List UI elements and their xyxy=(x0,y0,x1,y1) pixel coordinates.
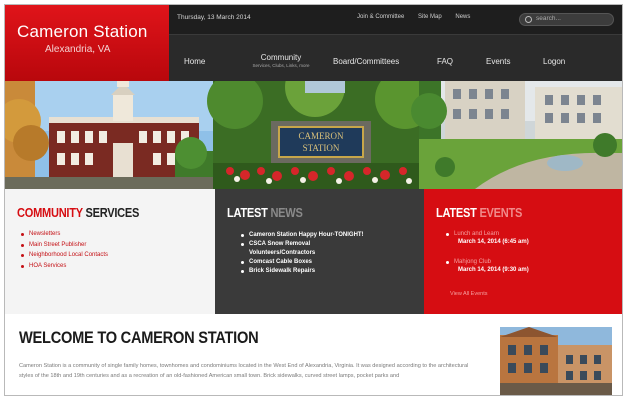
community-services-title: COMMUNITY SERVICES xyxy=(17,205,140,220)
search-icon xyxy=(525,16,532,23)
page-frame: Cameron Station Alexandria, VA Thursday,… xyxy=(4,4,623,396)
feature-panels: COMMUNITY SERVICES Newsletters Main Stre… xyxy=(5,189,622,314)
nav-faq[interactable]: FAQ xyxy=(437,57,453,66)
current-date: Thursday, 13 March 2014 xyxy=(177,14,251,21)
community-services-panel: COMMUNITY SERVICES Newsletters Main Stre… xyxy=(5,189,215,314)
list-item[interactable]: HOA Services xyxy=(21,263,108,270)
latest-events-title: LATEST EVENTS xyxy=(436,205,523,220)
nav-board-committees[interactable]: Board/Committees xyxy=(333,57,399,66)
list-item[interactable]: Newsletters xyxy=(21,231,108,238)
nav-community-label: Community xyxy=(260,53,302,62)
utility-link-join[interactable]: Join & Committee xyxy=(357,14,404,20)
latest-news-list: Cameron Station Happy Hour-TONIGHT! CSCA… xyxy=(241,232,364,277)
site-title: Cameron Station xyxy=(17,22,148,41)
event-name: Lunch and Learn xyxy=(446,231,529,237)
hero-photo-townhall xyxy=(5,81,213,189)
hero-banner: CAMERON STATION xyxy=(5,81,622,189)
nav-community[interactable]: Community Services, Clubs, Links, more xyxy=(241,53,321,68)
utility-link-sitemap[interactable]: Site Map xyxy=(418,14,442,20)
welcome-photo xyxy=(484,327,612,395)
sign-text-cameron: CAMERON xyxy=(298,131,344,141)
list-item[interactable]: Brick Sidewalk Repairs xyxy=(241,268,364,275)
search-box[interactable]: search... xyxy=(519,13,614,26)
utility-links: Join & Committee Site Map News xyxy=(357,14,482,20)
site-subtitle: Alexandria, VA xyxy=(45,44,111,55)
event-date: March 14, 2014 (6:45 am) xyxy=(458,239,529,245)
event-item[interactable]: Mahjong Club March 14, 2014 (9:30 am) xyxy=(446,259,529,273)
site-logo[interactable]: Cameron Station Alexandria, VA xyxy=(5,5,169,81)
list-item[interactable]: Volunteers/Contractors xyxy=(241,250,364,257)
nav-community-sublabel: Services, Clubs, Links, more xyxy=(252,63,310,68)
event-item[interactable]: Lunch and Learn March 14, 2014 (6:45 am) xyxy=(446,231,529,245)
hero-photo-condos xyxy=(411,81,622,189)
welcome-title: WELCOME TO CAMERON STATION xyxy=(19,328,259,347)
latest-events-panel: LATEST EVENTS Lunch and Learn March 14, … xyxy=(424,189,622,314)
list-item[interactable]: CSCA Snow Removal xyxy=(241,241,364,248)
nav-home[interactable]: Home xyxy=(184,57,205,66)
community-services-list: Newsletters Main Street Publisher Neighb… xyxy=(21,231,108,273)
welcome-text: Cameron Station is a community of single… xyxy=(19,363,469,379)
list-item[interactable]: Neighborhood Local Contacts xyxy=(21,252,108,259)
list-item[interactable]: Cameron Station Happy Hour-TONIGHT! xyxy=(241,232,364,239)
utility-link-news[interactable]: News xyxy=(455,14,470,20)
hero-photos: CAMERON STATION xyxy=(5,81,622,189)
sign-text-station: STATION xyxy=(303,143,340,153)
list-item[interactable]: Main Street Publisher xyxy=(21,242,108,249)
main-nav: Home Community Services, Clubs, Links, m… xyxy=(169,35,622,81)
welcome-section: WELCOME TO CAMERON STATION Cameron Stati… xyxy=(5,314,622,395)
nav-events[interactable]: Events xyxy=(486,57,510,66)
search-input[interactable]: search... xyxy=(536,15,561,22)
site-header: Cameron Station Alexandria, VA Thursday,… xyxy=(5,5,622,81)
nav-logon[interactable]: Logon xyxy=(543,57,565,66)
view-all-events-link[interactable]: View All Events xyxy=(450,291,488,297)
event-date: March 14, 2014 (9:30 am) xyxy=(458,267,529,273)
list-item[interactable]: Comcast Cable Boxes xyxy=(241,259,364,266)
event-name: Mahjong Club xyxy=(446,259,529,265)
hero-photo-sign: CAMERON STATION xyxy=(207,81,435,189)
latest-news-panel: LATEST NEWS Cameron Station Happy Hour-T… xyxy=(215,189,424,314)
top-utility-bar: Thursday, 13 March 2014 Join & Committee… xyxy=(169,5,622,35)
latest-news-title: LATEST NEWS xyxy=(227,205,303,220)
